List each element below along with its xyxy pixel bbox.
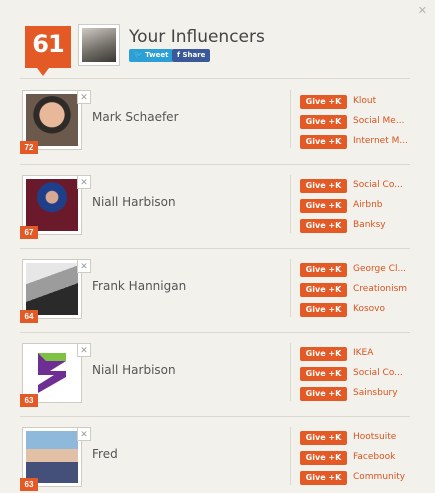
topic-link[interactable]: Sainsbury bbox=[353, 388, 413, 398]
give-k-button[interactable]: Give +K bbox=[300, 179, 347, 193]
topic-link[interactable]: Creationism bbox=[353, 284, 413, 294]
influencer-name[interactable]: Frank Hannigan bbox=[92, 279, 186, 293]
list-item: ✕ 63 Fred Give +K Hootsuite Give +K Face… bbox=[20, 427, 415, 493]
topic-link[interactable]: Klout bbox=[353, 96, 413, 106]
influencer-name[interactable]: Mark Schaefer bbox=[92, 110, 179, 124]
give-k-button[interactable]: Give +K bbox=[300, 263, 347, 277]
topic-link[interactable]: Internet M... bbox=[353, 136, 413, 146]
remove-icon[interactable]: ✕ bbox=[77, 259, 91, 273]
topic-link[interactable]: Community bbox=[353, 472, 413, 482]
give-k-button[interactable]: Give +K bbox=[300, 471, 347, 485]
topic-link[interactable]: IKEA bbox=[353, 348, 413, 358]
divider bbox=[290, 427, 291, 485]
topic-link[interactable]: Kosovo bbox=[353, 304, 413, 314]
topic-link[interactable]: Social Co... bbox=[353, 368, 413, 378]
score-badge: 63 bbox=[20, 478, 38, 491]
topic-item: Give +K Social Co... bbox=[300, 367, 415, 381]
divider bbox=[20, 248, 410, 249]
topic-link[interactable]: Hootsuite bbox=[353, 432, 413, 442]
give-k-button[interactable]: Give +K bbox=[300, 387, 347, 401]
topic-item: Give +K Kosovo bbox=[300, 303, 415, 317]
score-badge: 72 bbox=[20, 141, 38, 154]
avatar[interactable]: ✕ 72 bbox=[20, 90, 91, 154]
topic-item: Give +K George Cl... bbox=[300, 263, 415, 277]
topic-item: Give +K Sainsbury bbox=[300, 387, 415, 401]
user-score-badge: 61 bbox=[25, 26, 71, 76]
influencer-name[interactable]: Niall Harbison bbox=[92, 195, 176, 209]
give-k-button[interactable]: Give +K bbox=[300, 367, 347, 381]
share-button[interactable]: f Share bbox=[172, 49, 211, 62]
give-k-button[interactable]: Give +K bbox=[300, 199, 347, 213]
topic-link[interactable]: George Cl... bbox=[353, 264, 413, 274]
topic-item: Give +K Social Me... bbox=[300, 115, 415, 129]
influencer-name[interactable]: Fred bbox=[92, 447, 118, 461]
topic-item: Give +K IKEA bbox=[300, 347, 415, 361]
topic-item: Give +K Hootsuite bbox=[300, 431, 415, 445]
topic-item: Give +K Airbnb bbox=[300, 199, 415, 213]
remove-icon[interactable]: ✕ bbox=[77, 427, 91, 441]
give-k-button[interactable]: Give +K bbox=[300, 95, 347, 109]
topic-link[interactable]: Social Co... bbox=[353, 180, 413, 190]
divider bbox=[290, 259, 291, 317]
remove-icon[interactable]: ✕ bbox=[77, 175, 91, 189]
remove-icon[interactable]: ✕ bbox=[77, 90, 91, 104]
close-icon[interactable]: ✕ bbox=[418, 4, 427, 17]
topic-link[interactable]: Social Me... bbox=[353, 116, 413, 126]
divider bbox=[20, 332, 410, 333]
list-item: ✕ 64 Frank Hannigan Give +K George Cl...… bbox=[20, 259, 415, 329]
give-k-button[interactable]: Give +K bbox=[300, 431, 347, 445]
give-k-button[interactable]: Give +K bbox=[300, 451, 347, 465]
list-item: ✕ 63 Niall Harbison Give +K IKEA Give +K… bbox=[20, 343, 415, 413]
divider bbox=[290, 175, 291, 233]
score-badge: 64 bbox=[20, 310, 38, 323]
topic-link[interactable]: Facebook bbox=[353, 452, 413, 462]
topic-item: Give +K Community bbox=[300, 471, 415, 485]
give-k-button[interactable]: Give +K bbox=[300, 219, 347, 233]
topic-item: Give +K Internet M... bbox=[300, 135, 415, 149]
divider bbox=[20, 416, 410, 417]
topic-item: Give +K Facebook bbox=[300, 451, 415, 465]
divider bbox=[290, 90, 291, 148]
avatar[interactable]: ✕ 63 bbox=[20, 343, 91, 407]
divider bbox=[20, 164, 410, 165]
list-item: ✕ 67 Niall Harbison Give +K Social Co...… bbox=[20, 175, 415, 245]
give-k-button[interactable]: Give +K bbox=[300, 135, 347, 149]
give-k-button[interactable]: Give +K bbox=[300, 283, 347, 297]
topic-item: Give +K Klout bbox=[300, 95, 415, 109]
topic-item: Give +K Creationism bbox=[300, 283, 415, 297]
logo-icon bbox=[38, 353, 66, 393]
list-item: ✕ 72 Mark Schaefer Give +K Klout Give +K… bbox=[20, 90, 415, 160]
give-k-button[interactable]: Give +K bbox=[300, 347, 347, 361]
share-label: Share bbox=[182, 51, 206, 59]
divider bbox=[20, 78, 410, 79]
score-badge: 63 bbox=[20, 394, 38, 407]
tweet-label: Tweet bbox=[145, 51, 169, 59]
topic-item: Give +K Social Co... bbox=[300, 179, 415, 193]
user-avatar bbox=[78, 24, 120, 66]
page-title: Your Influencers bbox=[129, 27, 265, 47]
header: 61 Your Influencers 🐦 Tweet f Share bbox=[25, 24, 415, 76]
score-badge: 67 bbox=[20, 226, 38, 239]
avatar[interactable]: ✕ 64 bbox=[20, 259, 91, 323]
remove-icon[interactable]: ✕ bbox=[77, 343, 91, 357]
topic-link[interactable]: Banksy bbox=[353, 220, 413, 230]
divider bbox=[290, 343, 291, 401]
give-k-button[interactable]: Give +K bbox=[300, 303, 347, 317]
avatar[interactable]: ✕ 67 bbox=[20, 175, 91, 239]
influencer-name[interactable]: Niall Harbison bbox=[92, 363, 176, 377]
topic-item: Give +K Banksy bbox=[300, 219, 415, 233]
topic-link[interactable]: Airbnb bbox=[353, 200, 413, 210]
give-k-button[interactable]: Give +K bbox=[300, 115, 347, 129]
tweet-button[interactable]: 🐦 Tweet bbox=[129, 49, 174, 62]
avatar[interactable]: ✕ 63 bbox=[20, 427, 91, 491]
